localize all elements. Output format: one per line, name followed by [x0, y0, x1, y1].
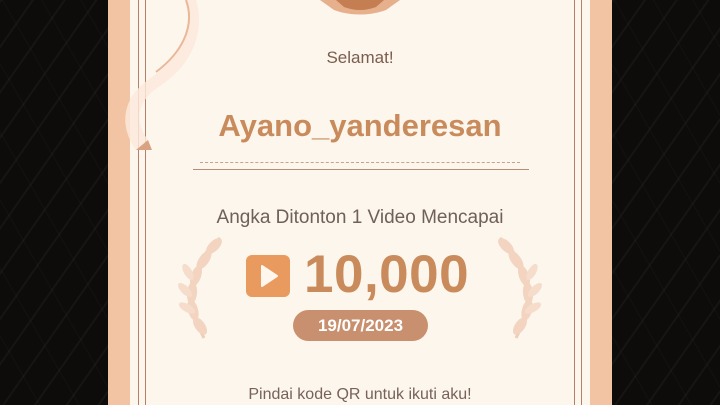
greeting-text: Selamat!: [326, 48, 394, 67]
laurel-left-icon: [178, 236, 222, 339]
play-icon: [246, 255, 290, 297]
background-left: [0, 0, 108, 405]
view-count: 10,000: [304, 245, 470, 304]
date-badge: 19/07/2023: [293, 310, 428, 341]
background-right: [612, 0, 720, 405]
dashed-divider: [200, 162, 520, 163]
solid-divider: [193, 169, 529, 170]
ribbon-icon: [125, 0, 199, 150]
medal-ornament: [320, 0, 400, 15]
scan-qr-text: Pindai kode QR untuk ikuti aku!: [248, 386, 472, 403]
achievement-text: Angka Ditonton 1 Video Mencapai: [216, 207, 504, 228]
laurel-right-icon: [498, 236, 542, 339]
username: Ayano_yanderesan: [218, 108, 502, 143]
certificate-card: Selamat! Ayano_yanderesan Angka Ditonton…: [108, 0, 612, 405]
